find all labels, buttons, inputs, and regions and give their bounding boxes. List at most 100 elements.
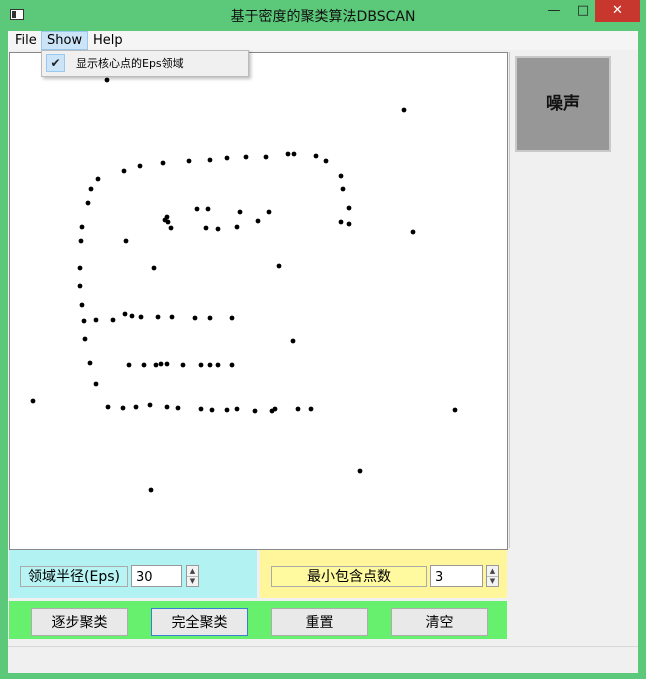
data-point [151,265,157,271]
menu-file[interactable]: File [10,31,42,50]
minpts-spinner: ▲ ▼ [486,565,499,587]
data-point [290,338,296,344]
noise-legend: 噪声 [515,56,611,152]
data-point [164,361,170,367]
data-point [158,361,164,367]
data-point [79,224,85,230]
legend-panel: 噪声 [509,52,628,548]
data-point [205,206,211,212]
data-point [155,314,161,320]
minpts-label: 最小包含点数 [271,566,427,587]
title-bar[interactable]: 基于密度的聚类算法DBSCAN — □ ✕ [0,0,646,30]
data-point [207,157,213,163]
data-point [165,219,171,225]
data-point [194,206,200,212]
data-point [272,406,278,412]
data-point [122,311,128,317]
data-point [215,226,221,232]
data-point [401,107,407,113]
data-point [255,218,261,224]
data-point [209,407,215,413]
data-point [77,283,83,289]
data-point [266,209,272,215]
menu-help[interactable]: Help [88,31,128,50]
data-point [313,153,319,159]
data-point [215,362,221,368]
data-point [198,406,204,412]
data-point [243,154,249,160]
data-point [110,317,116,323]
data-point [138,314,144,320]
data-point [85,200,91,206]
data-point [147,402,153,408]
eps-spin-down-icon[interactable]: ▼ [187,576,198,586]
data-point [79,302,85,308]
data-point [452,407,458,413]
data-point [229,315,235,321]
eps-panel: 领域半径(Eps) ▲ ▼ [9,550,257,598]
data-point [153,362,159,368]
minpts-panel: 最小包含点数 ▲ ▼ [260,550,507,598]
data-point [338,173,344,179]
data-point [410,229,416,235]
data-point [123,238,129,244]
data-point [180,362,186,368]
data-point [175,405,181,411]
data-point [105,404,111,410]
data-point [234,224,240,230]
status-bar [8,646,638,673]
data-point [133,404,139,410]
data-point [160,160,166,166]
data-point [82,336,88,342]
data-point [87,360,93,366]
full-cluster-button[interactable]: 完全聚类 [151,608,248,636]
data-point [308,406,314,412]
data-point [229,362,235,368]
data-point [207,315,213,321]
data-point [234,406,240,412]
data-point [224,407,230,413]
close-button[interactable]: ✕ [595,0,640,22]
show-dropdown-menu: ✔ 显示核心点的Eps领域 [41,50,249,77]
data-point [126,362,132,368]
data-point [207,362,213,368]
data-point [285,151,291,157]
data-point [30,398,36,404]
data-point [346,205,352,211]
data-point [121,168,127,174]
data-point [137,163,143,169]
eps-label: 领域半径(Eps) [20,566,128,587]
data-point [77,265,83,271]
cluster-canvas[interactable] [9,52,508,550]
minpts-input[interactable] [430,565,483,587]
data-point [263,154,269,160]
step-cluster-button[interactable]: 逐步聚类 [31,608,128,636]
data-point [169,314,175,320]
data-point [224,155,230,161]
data-point [81,318,87,324]
show-eps-neighborhood-item[interactable]: 显示核心点的Eps领域 [76,55,184,71]
data-point [104,77,110,83]
data-point [323,158,329,164]
menu-show[interactable]: Show [41,31,89,50]
clear-button[interactable]: 清空 [391,608,488,636]
data-point [78,238,84,244]
points-layer [30,77,458,493]
minpts-spin-down-icon[interactable]: ▼ [487,576,498,586]
data-point [95,176,101,182]
data-point [129,313,135,319]
reset-button[interactable]: 重置 [271,608,368,636]
data-point [295,406,301,412]
eps-input[interactable] [131,565,182,587]
menu-bar: File Show Help [8,31,638,50]
data-point [186,158,192,164]
data-point [237,209,243,215]
data-point [340,186,346,192]
data-point [357,468,363,474]
data-point [338,219,344,225]
data-point [93,381,99,387]
data-point [203,225,209,231]
data-point [120,405,126,411]
client-area: File Show Help ✔ 显示核心点的Eps领域 噪声 领域半径(Eps… [8,31,638,673]
data-point [252,408,258,414]
